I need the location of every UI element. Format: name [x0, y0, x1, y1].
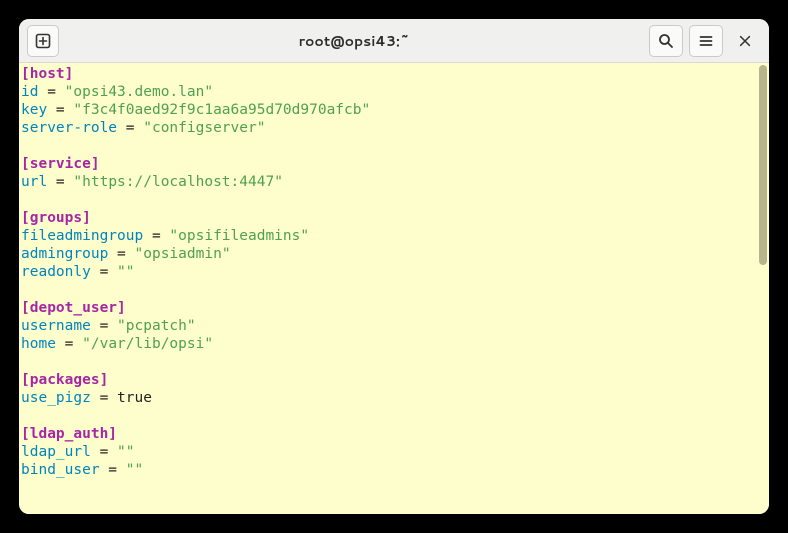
key-home: home: [21, 336, 56, 352]
terminal-window: root@opsi43:~ [host] id = "opsi43.demo.l…: [19, 19, 769, 514]
scrollbar[interactable]: [757, 63, 769, 514]
section-packages: [packages]: [21, 372, 108, 388]
scrollbar-thumb[interactable]: [759, 65, 767, 265]
hamburger-icon: [698, 33, 714, 49]
search-button[interactable]: [649, 25, 683, 57]
val-admingroup: "opsiadmin": [135, 246, 231, 262]
key-use-pigz: use_pigz: [21, 390, 91, 406]
val-bind-user: "": [126, 462, 143, 478]
titlebar: root@opsi43:~: [19, 19, 769, 63]
section-depot-user: [depot_user]: [21, 300, 126, 316]
key-readonly: readonly: [21, 264, 91, 280]
close-button[interactable]: [729, 25, 761, 57]
key-admingroup: admingroup: [21, 246, 108, 262]
val-server-role: "configserver": [143, 120, 265, 136]
close-icon: [738, 34, 752, 48]
key-url: url: [21, 174, 47, 190]
val-key: "f3c4f0aed92f9c1aa6a95d70d970afcb": [73, 102, 370, 118]
section-service: [service]: [21, 156, 100, 172]
key-fileadmingroup: fileadmingroup: [21, 228, 143, 244]
plus-box-icon: [35, 33, 51, 49]
section-host: [host]: [21, 66, 73, 82]
val-url: "https://localhost:4447": [73, 174, 283, 190]
val-id: "opsi43.demo.lan": [65, 84, 213, 100]
key-key: key: [21, 102, 47, 118]
val-home: "/var/lib/opsi": [82, 336, 213, 352]
terminal-content[interactable]: [host] id = "opsi43.demo.lan" key = "f3c…: [19, 63, 757, 514]
key-ldap-url: ldap_url: [21, 444, 91, 460]
key-bind-user: bind_user: [21, 462, 100, 478]
section-ldap-auth: [ldap_auth]: [21, 426, 117, 442]
val-fileadmingroup: "opsifileadmins": [169, 228, 309, 244]
window-title: root@opsi43:~: [65, 31, 643, 51]
menu-button[interactable]: [689, 25, 723, 57]
search-icon: [658, 33, 674, 49]
val-use-pigz: true: [117, 390, 152, 406]
val-readonly: "": [117, 264, 134, 280]
key-username: username: [21, 318, 91, 334]
content-area: [host] id = "opsi43.demo.lan" key = "f3c…: [19, 63, 769, 514]
new-tab-button[interactable]: [27, 25, 59, 57]
val-username: "pcpatch": [117, 318, 196, 334]
section-groups: [groups]: [21, 210, 91, 226]
key-id: id: [21, 84, 38, 100]
key-server-role: server-role: [21, 120, 117, 136]
val-ldap-url: "": [117, 444, 134, 460]
